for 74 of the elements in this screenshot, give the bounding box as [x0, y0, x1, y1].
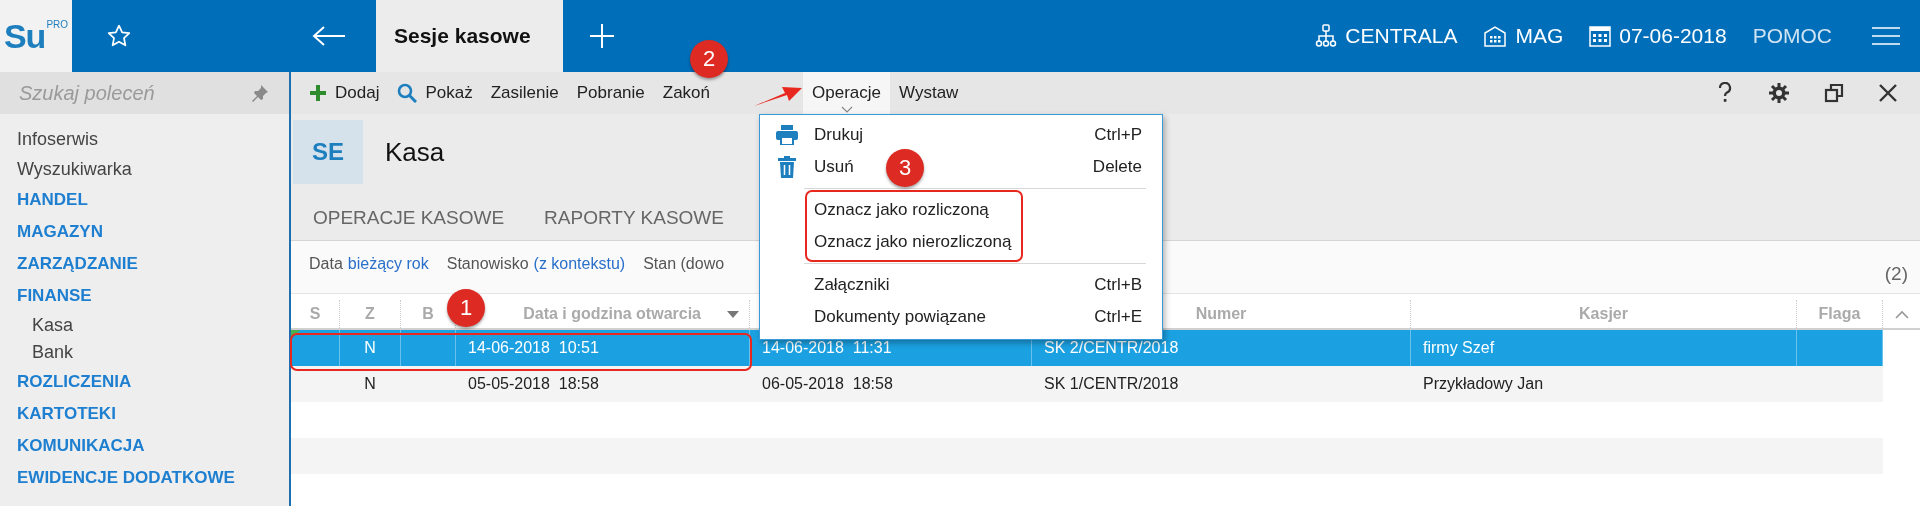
network-icon [1315, 24, 1338, 48]
table-cell: 06-05-2018 18:58 [762, 375, 893, 393]
printer-icon [776, 125, 798, 145]
sidebar-item[interactable]: MAGAZYN [0, 216, 289, 248]
scroll-up-icon[interactable] [1895, 309, 1909, 319]
help-icon[interactable] [1716, 82, 1734, 104]
module-title: Kasa [385, 136, 445, 168]
filter-link[interactable]: Stanowisko (z kontekstu) [446, 255, 626, 273]
toolbar-button[interactable]: Dodaj [300, 72, 389, 114]
table-cell: firmy Szef [1423, 339, 1495, 357]
tab[interactable]: RAPORTY KASOWE [524, 196, 744, 240]
callout-badge: 1 [447, 289, 485, 327]
header-link[interactable]: POMOC [1752, 24, 1832, 48]
chevron-icon [840, 106, 853, 113]
menu-item[interactable]: Załączniki [760, 275, 890, 295]
sidebar-item[interactable]: Wyszukiwarka [0, 154, 289, 184]
sort-caret-icon[interactable] [727, 310, 739, 318]
table-cell: 14-06-2018 11:31 [762, 339, 892, 357]
sidebar-item[interactable]: ZARZĄDZANIE [0, 248, 289, 280]
sidebar-item[interactable]: ROZLICZENIA [0, 366, 289, 398]
header-link[interactable]: 07-06-2018 [1589, 24, 1727, 48]
sidebar-item[interactable]: Infoserwis [0, 124, 289, 154]
trash-icon [778, 156, 796, 178]
star-icon[interactable] [106, 23, 132, 49]
sidebar-item[interactable]: KOMUNIKACJA [0, 430, 289, 462]
toolbar-button[interactable]: Pokaż [388, 72, 482, 114]
building-icon [1483, 25, 1508, 47]
sidebar-item[interactable]: FINANSE [0, 280, 289, 312]
restore-icon[interactable] [1824, 83, 1844, 103]
toolbar-button[interactable]: Zasilenie [481, 72, 568, 114]
shortcut-label: Delete [1092, 157, 1142, 177]
pin-icon[interactable] [251, 84, 269, 102]
plus-icon [309, 84, 327, 102]
shortcut-label: Ctrl+B [1094, 275, 1142, 295]
shortcut-label: Ctrl+E [1094, 307, 1142, 327]
header-link[interactable]: MAG [1483, 24, 1564, 48]
menu-item[interactable]: Dokumenty powiązane [760, 307, 986, 327]
table-cell: SK 2/CENTR/2018 [1044, 339, 1179, 357]
table-cell: SK 1/CENTR/2018 [1044, 375, 1179, 393]
search-field[interactable]: Szukaj poleceń [0, 72, 289, 114]
sidebar-item[interactable]: HANDEL [0, 184, 289, 216]
table-cell: 14-06-2018 10:51 [468, 339, 599, 357]
search-icon [397, 83, 418, 103]
table-cell: N [364, 339, 376, 357]
menu-item[interactable]: Oznacz jako rozliczoną [760, 200, 989, 220]
toolbar-button[interactable]: Operacje [803, 72, 890, 114]
filter-link[interactable]: Data bieżący rok [309, 255, 429, 273]
filter-link[interactable]: Stan (dowo [643, 255, 725, 273]
sidebar-item[interactable]: EWIDENCJE DODATKOWE [0, 462, 289, 494]
toolbar-button[interactable]: Wystaw [890, 72, 968, 114]
menu-icon[interactable] [1872, 26, 1900, 46]
table-row[interactable]: N 05-05-2018 18:58 06-05-2018 18:58 SK 1/CENTR/2018 Przykładowy Jan [291, 366, 1883, 402]
sidebar-item[interactable]: KARTOTEKI [0, 398, 289, 430]
sidebar-item[interactable]: Kasa [0, 312, 289, 339]
header-link[interactable]: CENTRALA [1315, 24, 1458, 48]
record-count: (2) [1884, 263, 1908, 285]
toolbar-button[interactable]: Pobranie [567, 72, 654, 114]
table-cell: Przykładowy Jan [1423, 375, 1544, 393]
menu-item[interactable]: Oznacz jako nierozliczoną [760, 232, 1012, 252]
menu-item[interactable]: Usuń [760, 156, 854, 178]
calendar-icon [1589, 25, 1612, 47]
menu-item[interactable]: Drukuj [760, 125, 864, 145]
plus-icon[interactable] [589, 23, 615, 49]
search-input[interactable]: Szukaj poleceń [17, 80, 251, 106]
settings-icon[interactable] [1768, 82, 1790, 104]
table-cell: 05-05-2018 18:58 [468, 375, 599, 393]
sidebar-item[interactable]: Bank [0, 339, 289, 366]
close-icon[interactable] [1878, 83, 1898, 103]
table-cell: N [364, 375, 376, 393]
module-badge: SE [293, 120, 363, 184]
back-arrow-icon[interactable] [312, 25, 346, 47]
tab[interactable]: OPERACJE KASOWE [293, 196, 525, 240]
open-tab[interactable]: Sesje kasowe [376, 0, 563, 72]
shortcut-label: Ctrl+P [1094, 125, 1142, 145]
